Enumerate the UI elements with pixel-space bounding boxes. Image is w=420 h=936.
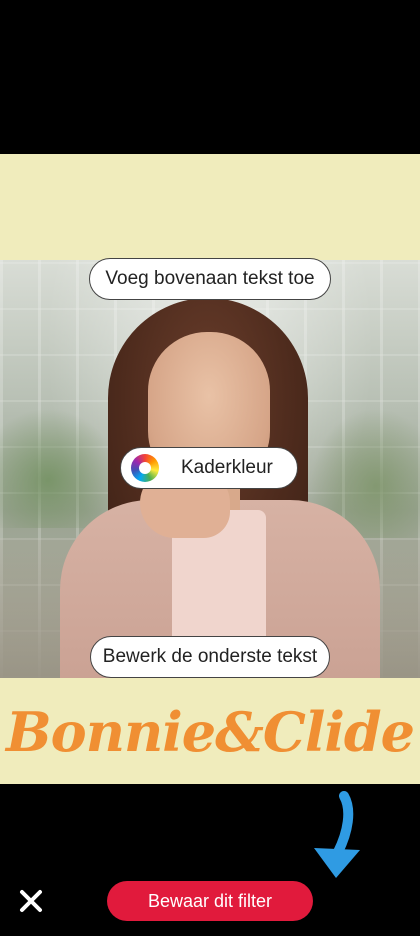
save-filter-label: Bewaar dit filter: [147, 890, 273, 911]
close-icon[interactable]: [14, 884, 48, 918]
save-filter-button[interactable]: Bewaar dit filter: [107, 881, 313, 921]
arrow-down-icon: [314, 791, 360, 878]
frame-color-button[interactable]: Kaderkleur: [120, 447, 298, 489]
frame-color-label: Kaderkleur: [181, 457, 273, 478]
frame-bottom-band: Bonnie&Clide: [0, 678, 420, 784]
edit-bottom-text-label: Bewerk de onderste tekst: [102, 646, 318, 667]
add-top-text-label: Voeg bovenaan tekst toe: [105, 268, 315, 289]
frame-top-band: [0, 154, 420, 260]
background-plants-left: [0, 408, 120, 528]
add-top-text-button[interactable]: Voeg bovenaan tekst toe: [89, 258, 331, 300]
bottom-caption-text[interactable]: Bonnie&Clide: [0, 700, 420, 764]
color-wheel-icon: [131, 454, 159, 482]
edit-bottom-text-button[interactable]: Bewerk de onderste tekst: [90, 636, 330, 678]
